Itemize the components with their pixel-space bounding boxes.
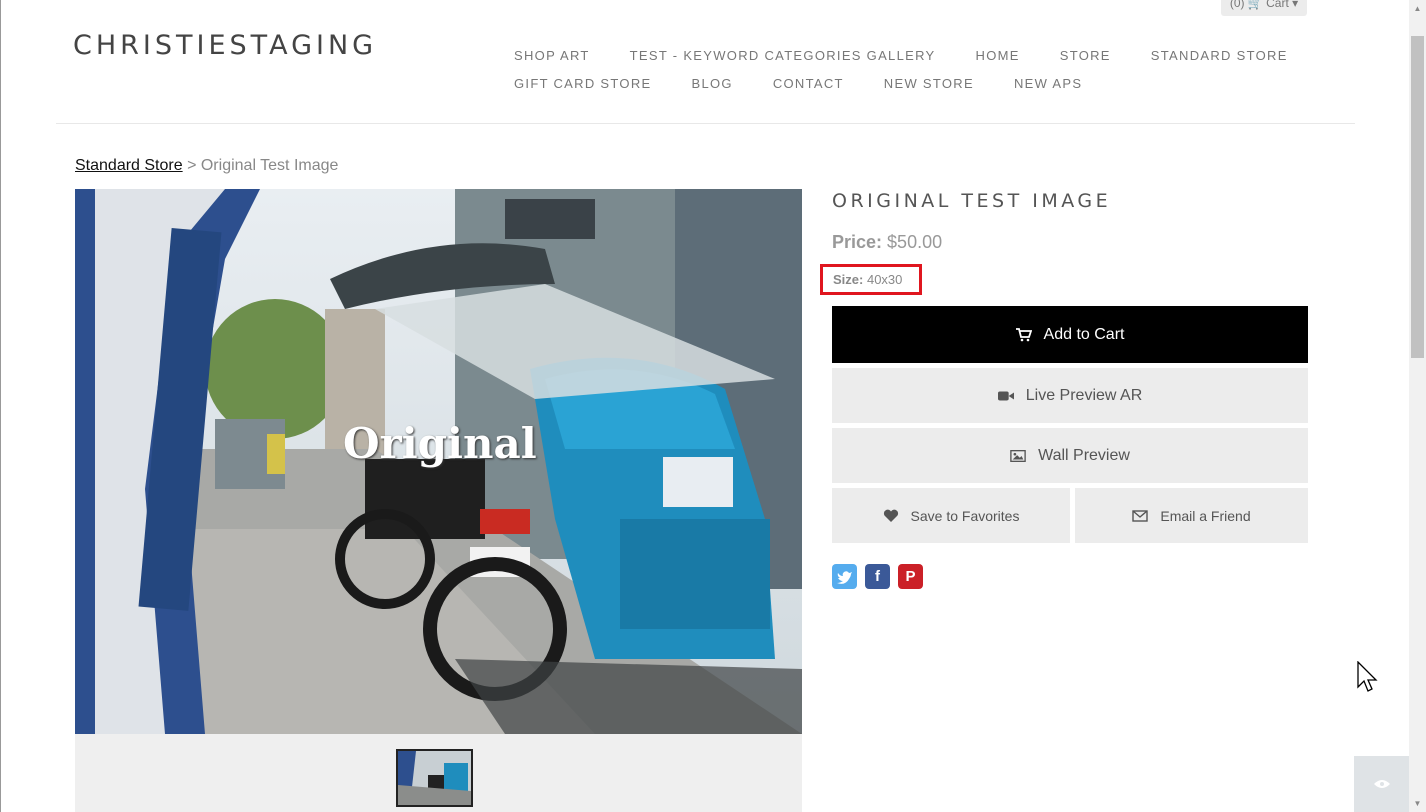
email-a-friend-button[interactable]: Email a Friend [1075,488,1308,543]
cart-button[interactable]: (0) 🛒 Cart ▾ [1221,0,1307,16]
size-value: 40x30 [866,272,903,287]
email-a-friend-label: Email a Friend [1160,507,1251,524]
main-nav: SHOP ART TEST - KEYWORD CATEGORIES GALLE… [514,48,1286,104]
eye-icon [1373,780,1390,788]
nav-contact[interactable]: CONTACT [773,76,844,104]
breadcrumb: Standard Store > Original Test Image [75,157,338,175]
size-label: Size: [833,272,864,287]
site-title[interactable]: CHRISTIESTAGING [73,30,377,61]
add-to-cart-label: Add to Cart [1043,325,1125,343]
eye-preview-button[interactable] [1354,756,1409,812]
save-to-favorites-label: Save to Favorites [910,507,1020,524]
nav-row-2: GIFT CARD STORE BLOG CONTACT NEW STORE N… [514,76,1274,104]
price-label: Price: [832,232,883,252]
size-field: Size: 40x30 [820,264,922,295]
thumbnail-strip [75,734,802,812]
nav-standard-store[interactable]: STANDARD STORE [1151,48,1288,76]
picture-icon [1010,449,1026,462]
nav-home[interactable]: HOME [976,48,1020,76]
mouse-cursor-icon [1357,661,1378,692]
thumbnail-image[interactable] [396,749,473,807]
pinterest-share-icon[interactable]: P [898,564,923,589]
scroll-down-arrow-icon[interactable]: ▼ [1409,795,1426,812]
cart-icon [1015,327,1032,341]
breadcrumb-current: Original Test Image [200,157,339,174]
twitter-share-icon[interactable] [832,564,857,589]
nav-row-1: SHOP ART TEST - KEYWORD CATEGORIES GALLE… [514,48,1286,76]
breadcrumb-separator: > [182,157,201,174]
price-value: $50.00 [887,232,943,252]
breadcrumb-standard-store-link[interactable]: Standard Store [75,157,183,174]
price: Price: $50.00 [832,232,942,253]
product-title: ORIGINAL TEST IMAGE [832,190,1112,212]
nav-new-store[interactable]: NEW STORE [884,76,974,104]
envelope-icon [1132,509,1149,522]
add-to-cart-button[interactable]: Add to Cart [832,306,1308,363]
video-camera-icon [997,391,1014,400]
twitter-bird-icon [836,570,852,584]
nav-blog[interactable]: BLOG [691,76,732,104]
thumbnail-illustration [398,751,471,805]
wall-preview-button[interactable]: Wall Preview [832,428,1308,483]
nav-shop-art[interactable]: SHOP ART [514,48,590,76]
header-divider [56,123,1355,124]
facebook-share-icon[interactable]: f [865,564,890,589]
product-image[interactable]: Original [75,189,802,734]
image-watermark: Original [343,419,537,468]
live-preview-ar-label: Live Preview AR [1025,386,1143,404]
save-to-favorites-button[interactable]: Save to Favorites [832,488,1070,543]
live-preview-ar-button[interactable]: Live Preview AR [832,368,1308,423]
nav-new-aps[interactable]: NEW APS [1014,76,1082,104]
window-edge [0,0,1,812]
vertical-scrollbar[interactable]: ▲ ▼ [1409,0,1426,812]
wall-preview-label: Wall Preview [1038,446,1130,464]
nav-test-keyword-categories-gallery[interactable]: TEST - KEYWORD CATEGORIES GALLERY [630,48,936,76]
scroll-up-arrow-icon[interactable]: ▲ [1409,0,1426,17]
heart-icon [883,509,898,522]
scrollbar-thumb[interactable] [1411,36,1424,358]
nav-gift-card-store[interactable]: GIFT CARD STORE [514,76,651,104]
nav-store[interactable]: STORE [1060,48,1111,76]
